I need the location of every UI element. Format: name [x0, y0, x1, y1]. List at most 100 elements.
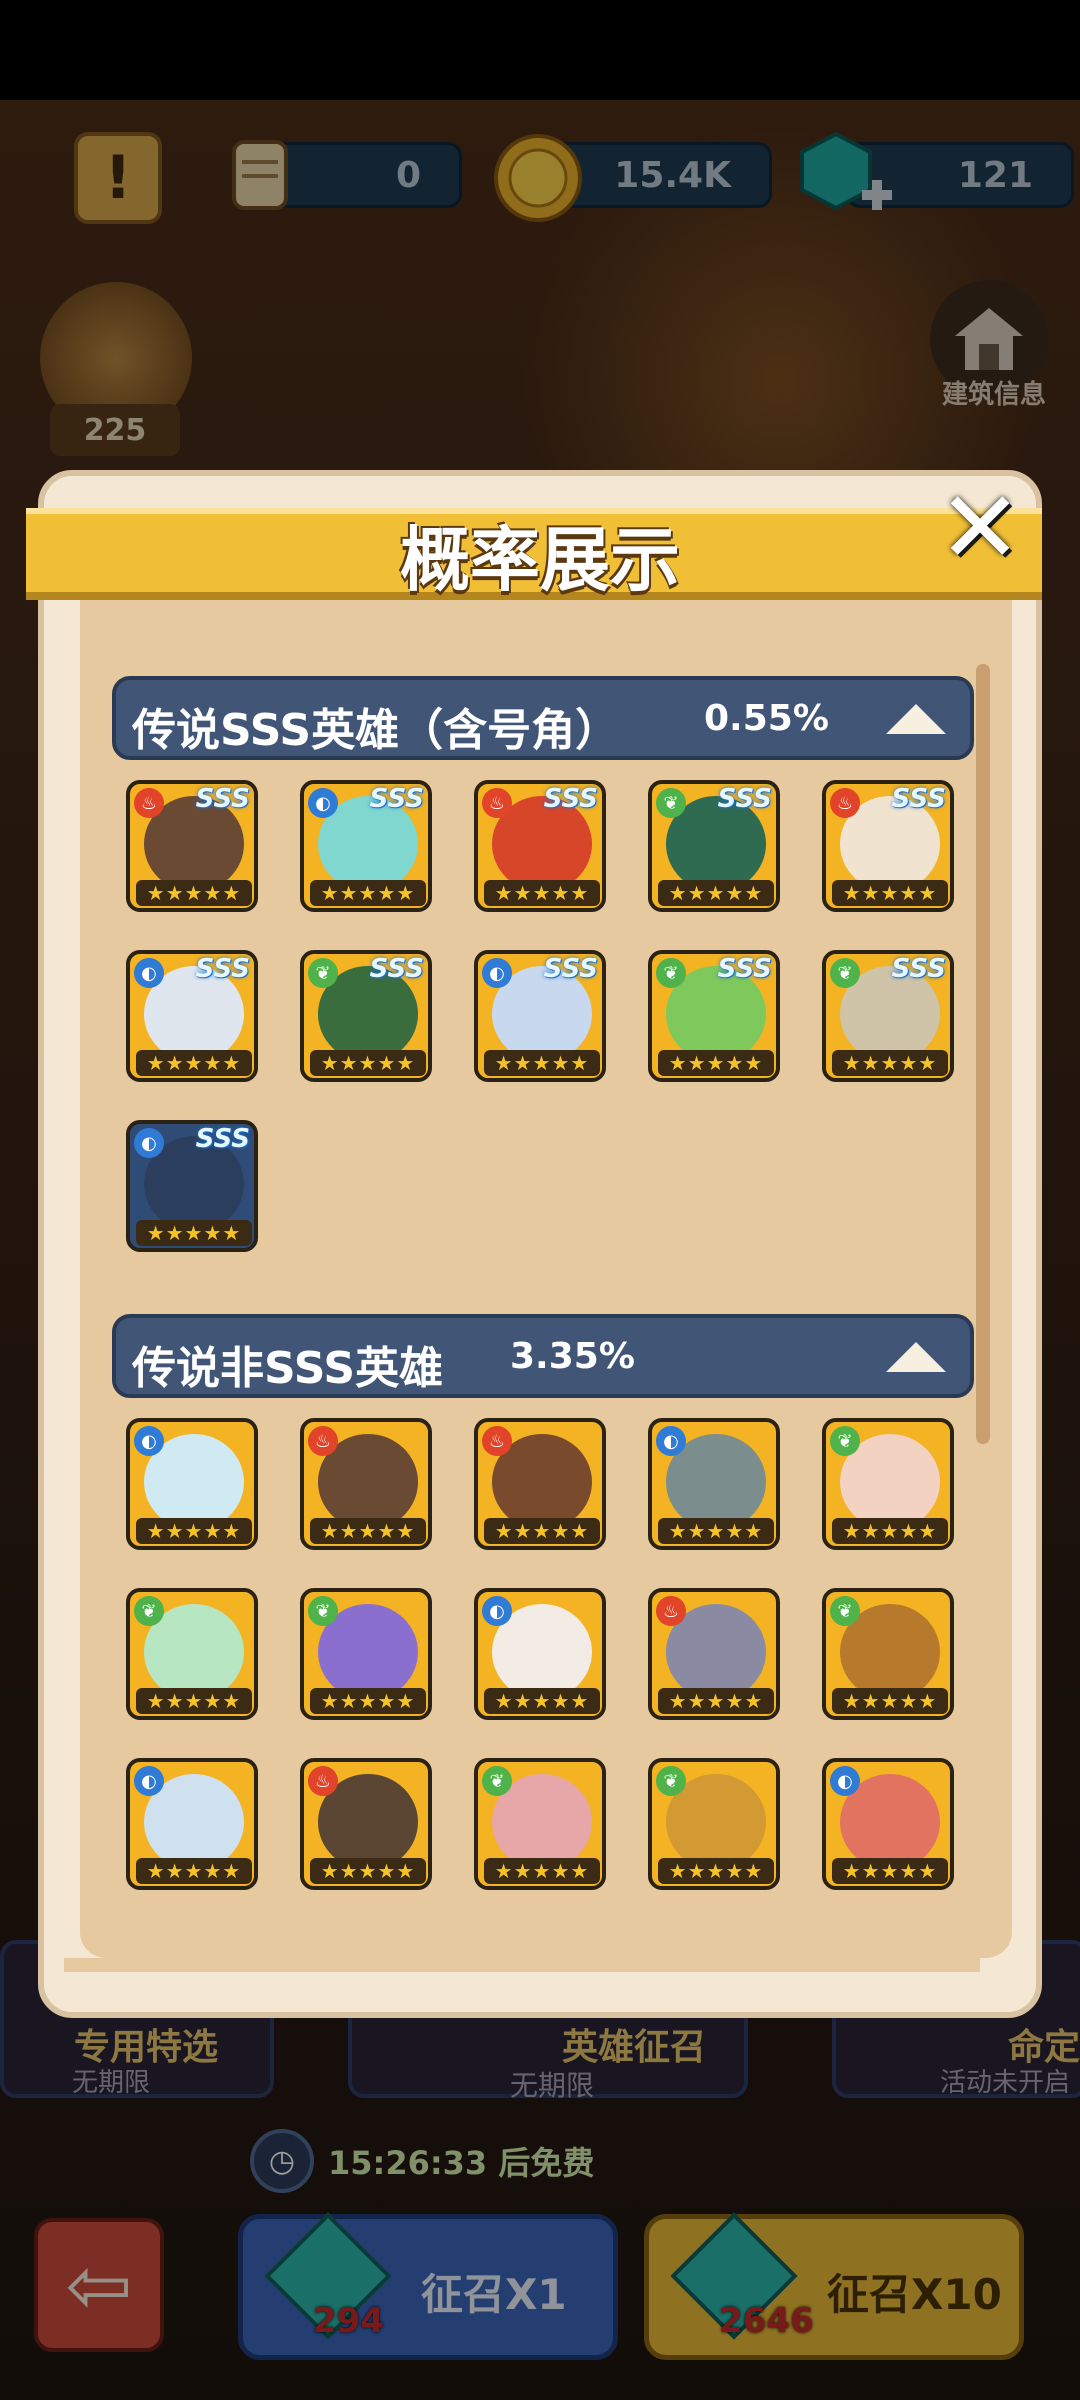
- close-button[interactable]: ✕: [930, 478, 1030, 578]
- leaf-element-icon: ❦: [656, 788, 686, 818]
- star-rating: ★★★★★: [832, 1858, 948, 1884]
- sss-grade-badge: SSS: [543, 954, 598, 984]
- leaf-element-icon: ❦: [482, 1766, 512, 1796]
- sss-grade-badge: SSS: [369, 784, 424, 814]
- hero-card[interactable]: ◐ SSS ★★★★★: [474, 950, 606, 1082]
- sss-grade-badge: SSS: [195, 954, 250, 984]
- star-rating: ★★★★★: [136, 1858, 252, 1884]
- list-fade-edge: [64, 1958, 980, 1972]
- hero-card[interactable]: ♨ ★★★★★: [300, 1418, 432, 1550]
- star-rating: ★★★★★: [310, 880, 426, 906]
- modal-title: 概率展示: [400, 519, 680, 601]
- leaf-element-icon: ❦: [308, 958, 338, 988]
- star-rating: ★★★★★: [136, 880, 252, 906]
- hero-card[interactable]: ♨ SSS ★★★★★: [126, 780, 258, 912]
- water-element-icon: ◐: [134, 1426, 164, 1456]
- star-rating: ★★★★★: [832, 1688, 948, 1714]
- hero-card[interactable]: ❦ ★★★★★: [648, 1758, 780, 1890]
- water-element-icon: ◐: [830, 1766, 860, 1796]
- fire-element-icon: ♨: [482, 788, 512, 818]
- scrollbar[interactable]: [976, 664, 990, 1444]
- hero-card[interactable]: ◐ SSS ★★★★★: [126, 1120, 258, 1252]
- star-rating: ★★★★★: [832, 1518, 948, 1544]
- leaf-element-icon: ❦: [830, 958, 860, 988]
- hero-card[interactable]: ❦ SSS ★★★★★: [822, 950, 954, 1082]
- close-icon: ✕: [938, 469, 1022, 586]
- hero-card[interactable]: ◐ SSS ★★★★★: [300, 780, 432, 912]
- leaf-element-icon: ❦: [830, 1596, 860, 1626]
- hero-card[interactable]: ❦ ★★★★★: [126, 1588, 258, 1720]
- collapse-arrow-icon[interactable]: [886, 704, 946, 734]
- hero-card[interactable]: ◐ ★★★★★: [474, 1588, 606, 1720]
- star-rating: ★★★★★: [658, 880, 774, 906]
- fire-element-icon: ♨: [482, 1426, 512, 1456]
- sss-grade-badge: SSS: [717, 954, 772, 984]
- star-rating: ★★★★★: [484, 1050, 600, 1076]
- star-rating: ★★★★★: [136, 1688, 252, 1714]
- leaf-element-icon: ❦: [830, 1426, 860, 1456]
- hero-card[interactable]: ◐ ★★★★★: [126, 1418, 258, 1550]
- water-element-icon: ◐: [134, 958, 164, 988]
- hero-card[interactable]: ❦ SSS ★★★★★: [300, 950, 432, 1082]
- fire-element-icon: ♨: [308, 1766, 338, 1796]
- hero-card[interactable]: ♨ ★★★★★: [474, 1418, 606, 1550]
- star-rating: ★★★★★: [136, 1220, 252, 1246]
- sss-grade-badge: SSS: [891, 784, 946, 814]
- hero-card[interactable]: ❦ SSS ★★★★★: [648, 780, 780, 912]
- star-rating: ★★★★★: [310, 1050, 426, 1076]
- hero-card[interactable]: ◐ ★★★★★: [822, 1758, 954, 1890]
- sss-grade-badge: SSS: [195, 784, 250, 814]
- star-rating: ★★★★★: [832, 880, 948, 906]
- sss-grade-badge: SSS: [369, 954, 424, 984]
- star-rating: ★★★★★: [484, 880, 600, 906]
- hero-card[interactable]: ❦ SSS ★★★★★: [648, 950, 780, 1082]
- star-rating: ★★★★★: [658, 1518, 774, 1544]
- hero-card[interactable]: ◐ ★★★★★: [648, 1418, 780, 1550]
- leaf-element-icon: ❦: [134, 1596, 164, 1626]
- collapse-arrow-icon[interactable]: [886, 1342, 946, 1372]
- star-rating: ★★★★★: [484, 1688, 600, 1714]
- section-title: 传说SSS英雄（含号角）: [132, 705, 620, 756]
- water-element-icon: ◐: [308, 788, 338, 818]
- status-bar-area: [0, 0, 1080, 100]
- star-rating: ★★★★★: [484, 1518, 600, 1544]
- leaf-element-icon: ❦: [656, 958, 686, 988]
- hero-card[interactable]: ◐ ★★★★★: [126, 1758, 258, 1890]
- sss-grade-badge: SSS: [195, 1124, 250, 1154]
- hero-card[interactable]: ♨ SSS ★★★★★: [822, 780, 954, 912]
- star-rating: ★★★★★: [658, 1050, 774, 1076]
- star-rating: ★★★★★: [136, 1518, 252, 1544]
- water-element-icon: ◐: [134, 1128, 164, 1158]
- hero-card[interactable]: ♨ SSS ★★★★★: [474, 780, 606, 912]
- star-rating: ★★★★★: [658, 1858, 774, 1884]
- section-header-sss[interactable]: 传说SSS英雄（含号角） 0.55%: [112, 676, 974, 760]
- hero-card[interactable]: ❦ ★★★★★: [822, 1588, 954, 1720]
- modal-content-panel: [80, 566, 1012, 1958]
- hero-card[interactable]: ♨ ★★★★★: [300, 1758, 432, 1890]
- star-rating: ★★★★★: [310, 1518, 426, 1544]
- hero-card[interactable]: ◐ SSS ★★★★★: [126, 950, 258, 1082]
- water-element-icon: ◐: [482, 958, 512, 988]
- sss-grade-badge: SSS: [543, 784, 598, 814]
- hero-card[interactable]: ❦ ★★★★★: [474, 1758, 606, 1890]
- section-rate: 0.55%: [704, 698, 829, 739]
- star-rating: ★★★★★: [310, 1688, 426, 1714]
- hero-card[interactable]: ❦ ★★★★★: [822, 1418, 954, 1550]
- fire-element-icon: ♨: [830, 788, 860, 818]
- hero-card[interactable]: ❦ ★★★★★: [300, 1588, 432, 1720]
- fire-element-icon: ♨: [308, 1426, 338, 1456]
- hero-card[interactable]: ♨ ★★★★★: [648, 1588, 780, 1720]
- section-title: 传说非SSS英雄: [132, 1343, 444, 1394]
- water-element-icon: ◐: [134, 1766, 164, 1796]
- leaf-element-icon: ❦: [656, 1766, 686, 1796]
- section-rate: 3.35%: [510, 1336, 635, 1377]
- star-rating: ★★★★★: [310, 1858, 426, 1884]
- fire-element-icon: ♨: [656, 1596, 686, 1626]
- water-element-icon: ◐: [656, 1426, 686, 1456]
- sss-grade-badge: SSS: [717, 784, 772, 814]
- section-header-non-sss[interactable]: 传说非SSS英雄 3.35%: [112, 1314, 974, 1398]
- sss-grade-badge: SSS: [891, 954, 946, 984]
- star-rating: ★★★★★: [484, 1858, 600, 1884]
- star-rating: ★★★★★: [136, 1050, 252, 1076]
- fire-element-icon: ♨: [134, 788, 164, 818]
